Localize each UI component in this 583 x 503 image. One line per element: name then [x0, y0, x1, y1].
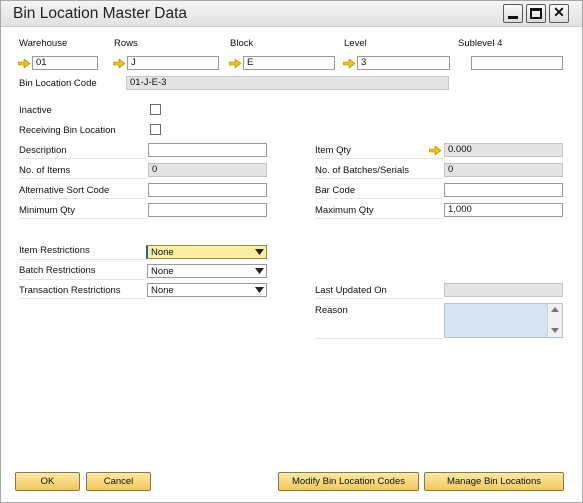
scroll-down-icon[interactable] — [551, 328, 559, 333]
ok-button[interactable]: OK — [15, 472, 80, 491]
close-icon: ✕ — [553, 4, 565, 20]
row-divider — [315, 198, 443, 199]
batch-restrictions-dropdown[interactable]: None — [147, 264, 267, 278]
row-divider — [315, 178, 443, 179]
title-bar: Bin Location Master Data ✕ — [1, 1, 582, 27]
min-qty-field[interactable] — [148, 203, 267, 217]
bar-code-field[interactable] — [444, 183, 563, 197]
row-divider — [19, 298, 145, 299]
item-qty-label: Item Qty — [315, 145, 351, 156]
description-label: Description — [19, 145, 67, 156]
transaction-restrictions-label: Transaction Restrictions — [19, 285, 121, 296]
row-divider — [315, 338, 443, 339]
row-divider — [315, 298, 443, 299]
item-restrictions-dropdown[interactable]: None — [146, 245, 267, 259]
batches-field: 0 — [444, 163, 563, 177]
row-divider — [19, 158, 147, 159]
manage-bin-locations-button[interactable]: Manage Bin Locations — [424, 472, 564, 491]
link-arrow-icon[interactable] — [113, 59, 125, 68]
block-label: Block — [230, 38, 254, 49]
row-divider — [19, 279, 145, 280]
sublevel4-field[interactable] — [471, 56, 563, 70]
transaction-restrictions-value: None — [151, 285, 174, 296]
no-items-label: No. of Items — [19, 165, 71, 176]
row-divider — [19, 259, 145, 260]
alt-sort-label: Alternative Sort Code — [19, 185, 110, 196]
row-divider — [315, 218, 443, 219]
sublevel4-label: Sublevel 4 — [458, 38, 503, 49]
rows-field[interactable]: J — [127, 56, 219, 70]
reason-field[interactable] — [444, 303, 563, 338]
batch-restrictions-label: Batch Restrictions — [19, 265, 96, 276]
bin-code-label: Bin Location Code — [19, 78, 97, 89]
no-items-field: 0 — [148, 163, 267, 177]
modify-bin-location-codes-button[interactable]: Modify Bin Location Codes — [278, 472, 419, 491]
max-qty-label: Maximum Qty — [315, 205, 374, 216]
inactive-checkbox[interactable] — [150, 104, 161, 115]
max-qty-field[interactable]: 1,000 — [444, 203, 563, 217]
bar-code-label: Bar Code — [315, 185, 356, 196]
min-qty-label: Minimum Qty — [19, 205, 75, 216]
description-field[interactable] — [148, 143, 267, 157]
batch-restrictions-value: None — [151, 266, 174, 277]
block-field[interactable]: E — [243, 56, 335, 70]
last-updated-field — [444, 283, 563, 297]
scroll-up-icon[interactable] — [551, 307, 559, 312]
item-qty-field: 0.000 — [444, 143, 563, 157]
warehouse-field[interactable]: 01 — [32, 56, 98, 70]
transaction-restrictions-dropdown[interactable]: None — [147, 283, 267, 297]
row-divider — [315, 158, 443, 159]
row-divider — [19, 178, 147, 179]
reason-scrollbar[interactable] — [547, 304, 562, 337]
dropdown-arrow-icon — [255, 249, 264, 255]
minimize-button[interactable] — [503, 4, 523, 23]
maximize-button[interactable] — [526, 4, 546, 23]
level-field[interactable]: 3 — [357, 56, 450, 70]
dropdown-arrow-icon — [255, 268, 264, 274]
alt-sort-field[interactable] — [148, 183, 267, 197]
bin-code-field: 01-J-E-3 — [126, 76, 449, 90]
warehouse-label: Warehouse — [19, 38, 68, 49]
window-title: Bin Location Master Data — [13, 5, 188, 22]
level-label: Level — [344, 38, 367, 49]
link-arrow-icon[interactable] — [18, 59, 30, 68]
reason-label: Reason — [315, 305, 348, 316]
bin-location-window: Bin Location Master Data ✕ Warehouse Row… — [0, 0, 583, 503]
link-arrow-icon[interactable] — [229, 59, 241, 68]
minimize-icon — [508, 16, 518, 19]
receiving-label: Receiving Bin Location — [19, 125, 116, 136]
maximize-icon — [530, 8, 542, 19]
last-updated-label: Last Updated On — [315, 285, 387, 296]
row-divider — [19, 218, 147, 219]
link-arrow-icon[interactable] — [343, 59, 355, 68]
close-button[interactable]: ✕ — [549, 4, 569, 23]
batches-label: No. of Batches/Serials — [315, 165, 409, 176]
inactive-label: Inactive — [19, 105, 52, 116]
dropdown-arrow-icon — [255, 287, 264, 293]
receiving-checkbox[interactable] — [150, 124, 161, 135]
rows-label: Rows — [114, 38, 138, 49]
item-restrictions-value: None — [151, 247, 174, 258]
link-arrow-icon[interactable] — [429, 146, 441, 155]
cancel-button[interactable]: Cancel — [86, 472, 151, 491]
row-divider — [19, 198, 147, 199]
item-restrictions-label: Item Restrictions — [19, 245, 90, 256]
